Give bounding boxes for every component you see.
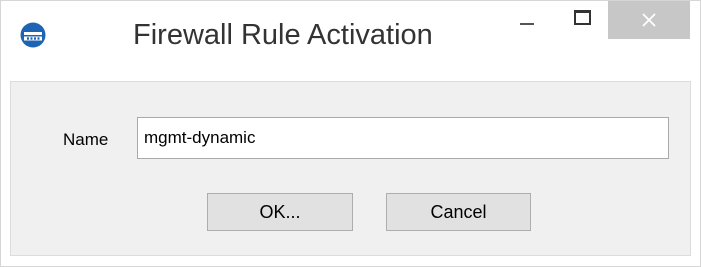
maximize-icon xyxy=(573,9,591,25)
dialog-body: Name OK... Cancel xyxy=(10,81,691,256)
minimize-button[interactable] xyxy=(497,1,557,39)
name-label: Name xyxy=(63,130,109,149)
ok-button[interactable]: OK... xyxy=(207,193,353,231)
close-button[interactable] xyxy=(608,1,690,39)
title-bar[interactable]: Firewall Rule Activation xyxy=(1,1,700,81)
maximize-button[interactable] xyxy=(557,1,607,39)
name-input[interactable] xyxy=(137,117,669,159)
close-icon xyxy=(641,12,657,28)
dialog-window: Firewall Rule Activation Name OK... Canc… xyxy=(0,0,701,267)
firewall-app-icon xyxy=(20,22,46,48)
window-title: Firewall Rule Activation xyxy=(133,19,433,51)
minimize-icon xyxy=(520,23,534,25)
cancel-button[interactable]: Cancel xyxy=(386,193,531,231)
